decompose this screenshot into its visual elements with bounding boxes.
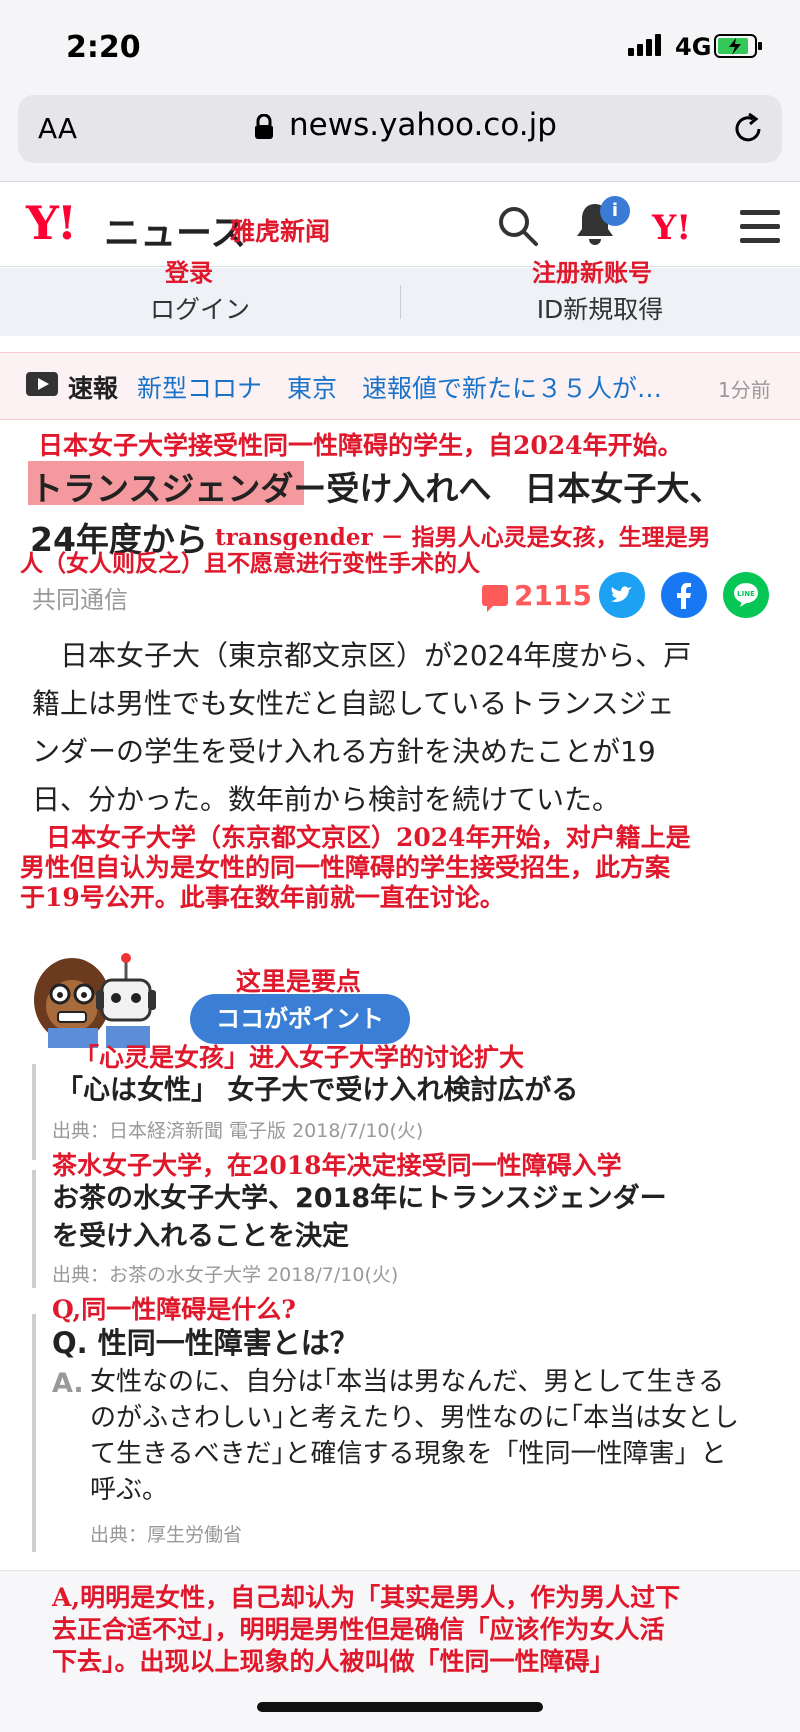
play-icon bbox=[26, 372, 58, 396]
yahoo-icon[interactable]: Y! bbox=[652, 208, 691, 248]
breaking-label: 速報 bbox=[68, 374, 119, 403]
answer-line: 呼ぶ。 bbox=[90, 1475, 169, 1505]
notification-badge: i bbox=[600, 196, 630, 226]
body-line: ンダーの学生を受け入れる方針を決めたことが19 bbox=[32, 735, 656, 768]
point-item2-title[interactable]: お茶の水女子大学、2018年にトランスジェンダー bbox=[52, 1176, 667, 1215]
lock-icon bbox=[255, 114, 273, 139]
line-icon[interactable]: LINE bbox=[723, 572, 769, 618]
annotation-register: 注册新账号 bbox=[532, 258, 652, 287]
annotation-point: 这里是要点 bbox=[236, 967, 362, 996]
menu-icon[interactable] bbox=[740, 210, 780, 244]
annotation-transgender-line2: 人（女人则反之）且不愿意进行变性手术的人 bbox=[20, 550, 480, 577]
headline-line1: トランスジェンダー受け入れへ 日本女子大、 bbox=[30, 469, 723, 508]
comment-count[interactable]: 2115 bbox=[514, 579, 592, 612]
qa-answer: 女性なのに、自分は｢本当は男なんだ、男として生きる のがふさわしい｣と考えたり、… bbox=[90, 1364, 770, 1508]
annotation-body-line3: 于19号公开。此事在数年前就一直在讨论。 bbox=[20, 883, 505, 912]
qa-answer-label: A. bbox=[52, 1368, 84, 1399]
search-icon[interactable] bbox=[496, 204, 540, 248]
point-qa-bar bbox=[32, 1314, 36, 1552]
qa-answer-source: 出典：厚生労働省 bbox=[90, 1524, 243, 1546]
mascot-illustration bbox=[34, 953, 156, 1048]
point-item-bar bbox=[32, 1064, 36, 1160]
breaking-headline[interactable]: 新型コロナ 東京 速報値で新たに３５人が… bbox=[137, 369, 662, 405]
facebook-icon[interactable] bbox=[661, 572, 707, 618]
body-line: 日、分かった。数年前から検討を続けていた。 bbox=[32, 783, 621, 816]
network-type: 4G bbox=[675, 33, 712, 61]
annotation-answer-line2: 去正合适不过」，明明是男性但是确信「应该作为女人活 bbox=[52, 1615, 665, 1644]
news-logo[interactable]: ニュース bbox=[104, 204, 246, 256]
signal-icon bbox=[628, 34, 661, 56]
svg-text:LINE: LINE bbox=[737, 590, 755, 598]
battery-icon bbox=[714, 34, 762, 58]
yahoo-logo[interactable]: Y! bbox=[26, 196, 77, 250]
status-time: 2:20 bbox=[66, 30, 141, 65]
point-item2-source: 出典：お茶の水女子大学 2018/7/10(火) bbox=[52, 1264, 399, 1286]
comment-icon[interactable] bbox=[482, 585, 508, 612]
point-item-bar bbox=[32, 1170, 36, 1288]
body-line: 日本女子大（東京都文京区）が2024年度から、戸 bbox=[32, 639, 692, 672]
breaking-time: 1分前 bbox=[718, 378, 771, 402]
body-line: 籍上は男性でも女性だと自認しているトランスジェ bbox=[32, 687, 675, 720]
home-indicator[interactable] bbox=[257, 1702, 543, 1712]
answer-line: て生きるべきだ｣と確信する現象を「性同一性障害」と bbox=[90, 1439, 727, 1469]
text-size-button[interactable]: AA bbox=[38, 112, 77, 145]
article-body: 日本女子大（東京都文京区）が2024年度から、戸 籍上は男性でも女性だと自認して… bbox=[32, 632, 772, 824]
point-item2-title[interactable]: を受け入れることを決定 bbox=[52, 1214, 349, 1253]
annotation-site-name: 雅虎新闻 bbox=[230, 217, 331, 246]
annotation-login: 登录 bbox=[165, 258, 213, 287]
twitter-icon[interactable] bbox=[599, 572, 645, 618]
answer-line: 女性なのに、自分は｢本当は男なんだ、男として生きる bbox=[90, 1367, 725, 1397]
point-label: ココがポイント bbox=[190, 994, 410, 1044]
qa-question: Q. 性同一性障害とは？ bbox=[52, 1326, 359, 1360]
point-item1-title[interactable]: 「心は女性」 女子大で受け入れ検討広がる bbox=[56, 1068, 578, 1107]
point-item1-source: 出典：日本経済新聞 電子版 2018/7/10(火) bbox=[52, 1120, 424, 1142]
annotation-headline: 日本女子大学接受性同一性障碍的学生，自2024年开始。 bbox=[38, 431, 683, 460]
url-text[interactable]: news.yahoo.co.jp bbox=[289, 107, 557, 143]
article-source[interactable]: 共同通信 bbox=[32, 580, 128, 615]
annotation-answer-line3: 下去」。出现以上现象的人被叫做「性同一性障碍」 bbox=[52, 1647, 615, 1676]
answer-line: のがふさわしい｣と考えたり、男性なのに｢本当は女とし bbox=[90, 1403, 739, 1433]
annotation-answer-line1: A,明明是女性，自己却认为「其实是男人，作为男人过下 bbox=[52, 1583, 681, 1612]
reload-icon[interactable] bbox=[731, 112, 765, 146]
